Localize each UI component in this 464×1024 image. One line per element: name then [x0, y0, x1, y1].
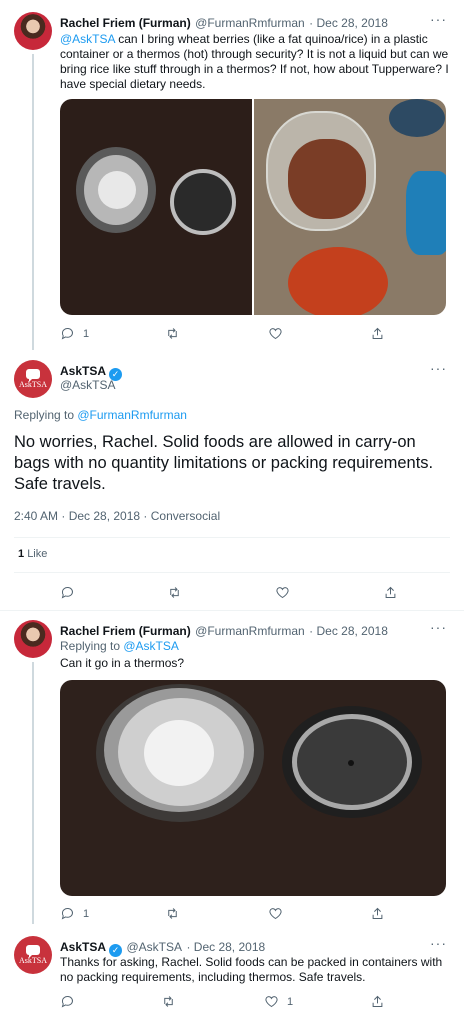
reply-button[interactable] — [60, 994, 75, 1009]
share-icon — [372, 995, 383, 1007]
main-tweet-text: No worries, Rachel. Solid foods are allo… — [14, 433, 434, 493]
display-name[interactable]: Rachel Friem (Furman) — [60, 624, 191, 638]
tweet-text-body: can I bring wheat berries (like a fat qu… — [60, 32, 449, 91]
retweet-icon — [170, 587, 179, 598]
share-button[interactable] — [370, 906, 385, 921]
retweet-icon — [164, 996, 173, 1007]
replying-prefix: Replying to — [60, 639, 124, 653]
tweet-date[interactable]: · Dec 28, 2018 — [309, 624, 388, 638]
divider — [14, 537, 450, 538]
reply-count: 1 — [83, 327, 90, 340]
tweet-media[interactable] — [60, 680, 446, 896]
display-name[interactable]: AskTSA — [60, 364, 106, 378]
divider — [14, 572, 450, 573]
handle[interactable]: @AskTSA — [60, 378, 116, 392]
tweet-header: Rachel Friem (Furman) @FurmanRmfurman · … — [60, 622, 430, 640]
tweet-media[interactable] — [60, 99, 446, 315]
tweet-date[interactable]: · Dec 28, 2018 — [309, 16, 388, 30]
reply-icon — [61, 587, 73, 599]
thread-line — [32, 662, 34, 924]
avatar[interactable] — [14, 12, 52, 50]
like-button[interactable] — [268, 326, 283, 341]
like-count: 1 — [287, 995, 294, 1008]
share-button[interactable] — [370, 994, 385, 1009]
avatar-logo-text: AskTSA — [18, 380, 47, 389]
avatar[interactable]: AskTSA — [14, 936, 52, 974]
replying-to: Replying to @FurmanRmfurman — [14, 408, 187, 422]
mention-link[interactable]: @AskTSA — [123, 639, 179, 653]
share-icon — [372, 907, 383, 919]
retweet-button[interactable] — [165, 906, 180, 921]
tweet-text: Thanks for asking, Rachel. Solid foods c… — [60, 955, 443, 984]
tweet-text: @AskTSA can I bring wheat berries (like … — [60, 32, 450, 92]
reply-button[interactable] — [60, 585, 75, 600]
likes-stat[interactable]: 1 Like — [18, 548, 47, 560]
reply-button[interactable]: 1 — [60, 326, 89, 341]
reply-icon — [61, 996, 73, 1008]
tweet-text: Can it go in a thermos? — [60, 656, 185, 670]
retweet-icon — [168, 328, 177, 339]
avatar[interactable] — [14, 620, 52, 658]
like-button[interactable] — [275, 585, 290, 600]
chat-bubble-icon — [26, 369, 40, 382]
thread-line — [32, 54, 34, 350]
more-icon[interactable]: ··· — [430, 935, 447, 951]
heart-icon — [269, 328, 282, 340]
retweet-button[interactable] — [165, 326, 180, 341]
tweet-date[interactable]: · Dec 28, 2018 — [186, 940, 265, 954]
replying-prefix: Replying to — [14, 408, 78, 422]
display-name[interactable]: AskTSA — [60, 940, 106, 954]
avatar-logo-text: AskTSA — [18, 956, 47, 965]
more-icon[interactable]: ··· — [430, 360, 447, 376]
media-image-container[interactable] — [254, 99, 446, 315]
reply-icon — [61, 328, 73, 340]
tweet-timestamp[interactable]: 2:40 AM · Dec 28, 2018 · Conversocial — [14, 509, 220, 523]
mention-link[interactable]: @AskTSA — [60, 32, 115, 46]
heart-icon — [276, 587, 289, 599]
more-icon[interactable]: ··· — [430, 11, 447, 27]
tweet-header: Rachel Friem (Furman) @FurmanRmfurman · … — [60, 14, 430, 32]
display-name[interactable]: Rachel Friem (Furman) — [60, 16, 191, 30]
media-image-thermos[interactable] — [60, 99, 252, 315]
heart-icon — [265, 996, 278, 1008]
retweet-icon — [168, 908, 177, 919]
retweet-button[interactable] — [167, 585, 182, 600]
mention-link[interactable]: @FurmanRmfurman — [77, 408, 187, 422]
share-button[interactable] — [383, 585, 398, 600]
share-icon — [372, 327, 383, 339]
avatar[interactable]: AskTSA — [14, 360, 52, 398]
likes-count: 1 — [18, 548, 25, 560]
heart-icon — [269, 908, 282, 920]
reply-count: 1 — [83, 907, 90, 920]
like-button[interactable] — [268, 906, 283, 921]
likes-label: Like — [27, 548, 48, 560]
handle[interactable]: @AskTSA — [126, 940, 182, 954]
more-icon[interactable]: ··· — [430, 619, 447, 635]
handle[interactable]: @FurmanRmfurman — [195, 16, 305, 30]
reply-icon — [61, 908, 73, 920]
retweet-button[interactable] — [161, 994, 176, 1009]
chat-bubble-icon — [26, 945, 40, 958]
handle[interactable]: @FurmanRmfurman — [195, 624, 305, 638]
share-icon — [385, 586, 396, 598]
like-button[interactable]: 1 — [264, 994, 293, 1009]
reply-button[interactable]: 1 — [60, 906, 89, 921]
replying-to: Replying to @AskTSA — [60, 639, 179, 653]
share-button[interactable] — [370, 326, 385, 341]
divider — [0, 610, 464, 611]
